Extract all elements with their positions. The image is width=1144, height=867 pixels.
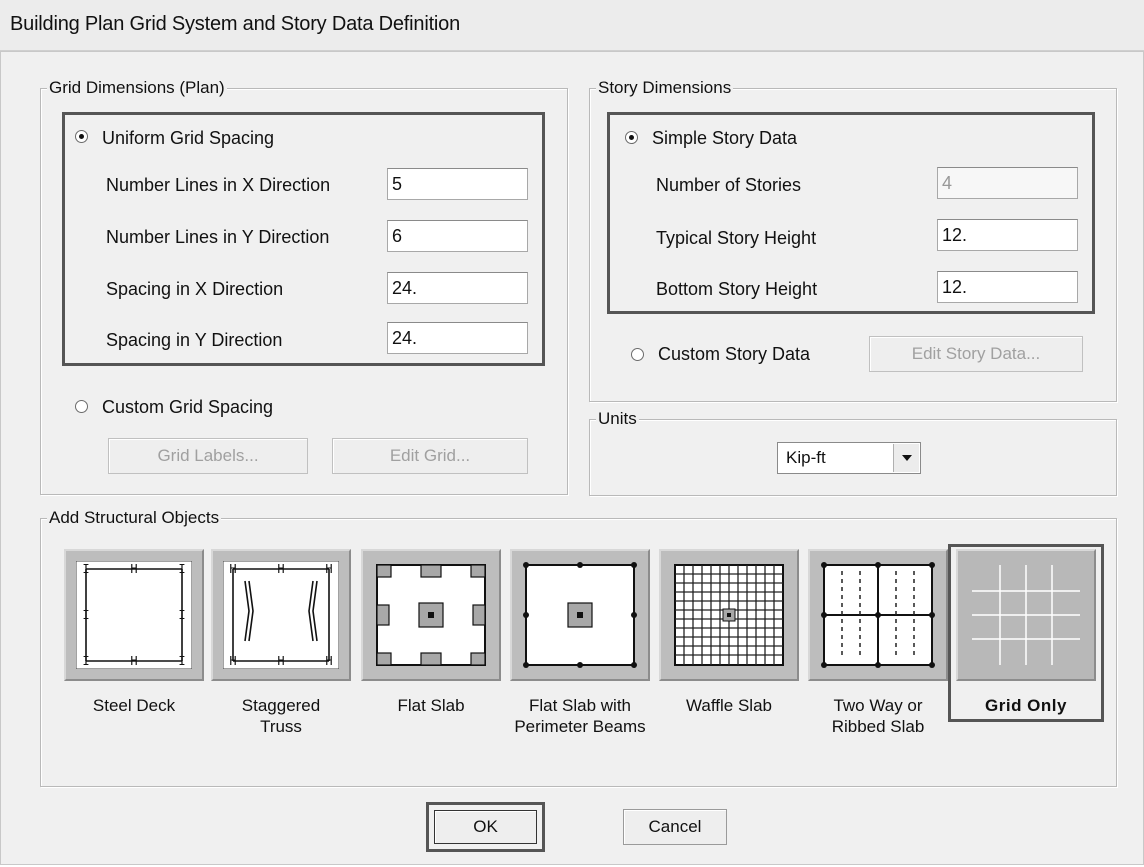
number-lines-y-input[interactable] xyxy=(387,220,528,252)
flat-slab-icon xyxy=(376,564,486,666)
flat-slab-tile[interactable] xyxy=(361,549,501,681)
number-lines-x-label: Number Lines in X Direction xyxy=(106,175,331,195)
units-legend: Units xyxy=(596,409,639,429)
units-dropdown[interactable]: Kip-ft xyxy=(777,442,921,474)
staggered-truss-tile[interactable]: H H H H H H xyxy=(211,549,351,681)
edit-grid-button[interactable]: Edit Grid... xyxy=(332,438,528,474)
structural-objects-legend: Add Structural Objects xyxy=(47,508,222,528)
svg-text:H: H xyxy=(229,562,236,576)
units-selected-value: Kip-ft xyxy=(786,448,826,467)
grid-labels-button[interactable]: Grid Labels... xyxy=(108,438,308,474)
number-lines-y-label: Number Lines in Y Direction xyxy=(106,227,330,247)
svg-text:I: I xyxy=(82,608,89,622)
title-bar: Building Plan Grid System and Story Data… xyxy=(0,0,1144,51)
svg-text:I: I xyxy=(82,654,89,668)
ok-button[interactable]: OK xyxy=(434,810,537,844)
grid-only-icon xyxy=(972,565,1080,665)
svg-text:H: H xyxy=(325,562,332,576)
two-way-ribbed-slab-label: Two Way or Ribbed Slab xyxy=(831,696,925,736)
svg-text:I: I xyxy=(178,608,185,622)
custom-story-data-radio[interactable] xyxy=(631,348,644,361)
custom-grid-spacing-radio[interactable] xyxy=(75,400,88,413)
svg-text:H: H xyxy=(229,654,236,668)
typical-story-height-input[interactable] xyxy=(937,219,1078,251)
number-of-stories-input[interactable] xyxy=(937,167,1078,199)
svg-text:H: H xyxy=(130,562,137,576)
waffle-slab-label: Waffle Slab xyxy=(686,696,772,715)
simple-story-data-label[interactable]: Simple Story Data xyxy=(652,127,797,149)
spacing-x-label: Spacing in X Direction xyxy=(106,279,284,299)
number-of-stories-label: Number of Stories xyxy=(656,175,802,195)
svg-text:H: H xyxy=(277,562,284,576)
two-way-ribbed-slab-tile[interactable] xyxy=(808,549,948,681)
bottom-story-height-input[interactable] xyxy=(937,271,1078,303)
cancel-button[interactable]: Cancel xyxy=(623,809,727,845)
chevron-down-icon[interactable] xyxy=(893,444,919,472)
grid-dimensions-legend: Grid Dimensions (Plan) xyxy=(47,78,227,98)
steel-deck-icon: I H I I H I I I xyxy=(76,561,192,669)
bottom-story-height-label: Bottom Story Height xyxy=(656,279,818,299)
staggered-truss-label: Staggered Truss xyxy=(241,696,321,736)
staggered-truss-icon: H H H H H H xyxy=(223,561,339,669)
typical-story-height-label: Typical Story Height xyxy=(656,228,817,248)
spacing-y-label: Spacing in Y Direction xyxy=(106,330,283,350)
waffle-slab-icon xyxy=(674,564,784,666)
two-way-ribbed-slab-icon xyxy=(821,562,935,668)
svg-text:I: I xyxy=(178,562,185,576)
custom-story-data-label[interactable]: Custom Story Data xyxy=(658,343,810,365)
grid-only-label: Grid Only xyxy=(985,696,1067,715)
steel-deck-tile[interactable]: I H I I H I I I xyxy=(64,549,204,681)
custom-grid-spacing-label[interactable]: Custom Grid Spacing xyxy=(102,396,273,418)
flat-slab-perimeter-beams-tile[interactable] xyxy=(510,549,650,681)
steel-deck-label: Steel Deck xyxy=(92,696,176,715)
flat-slab-perimeter-beams-icon xyxy=(523,562,637,668)
number-lines-x-input[interactable] xyxy=(387,168,528,200)
svg-text:H: H xyxy=(277,654,284,668)
svg-text:H: H xyxy=(130,654,137,668)
spacing-x-input[interactable] xyxy=(387,272,528,304)
svg-text:I: I xyxy=(178,654,185,668)
svg-text:H: H xyxy=(325,654,332,668)
grid-only-tile[interactable] xyxy=(956,549,1096,681)
flat-slab-perimeter-beams-label: Flat Slab with Perimeter Beams xyxy=(514,696,646,736)
waffle-slab-tile[interactable] xyxy=(659,549,799,681)
simple-story-data-radio[interactable] xyxy=(625,131,638,144)
svg-text:I: I xyxy=(82,562,89,576)
uniform-grid-spacing-radio[interactable] xyxy=(75,130,88,143)
flat-slab-label: Flat Slab xyxy=(397,696,465,715)
story-dimensions-legend: Story Dimensions xyxy=(596,78,734,98)
edit-story-data-button[interactable]: Edit Story Data... xyxy=(869,336,1083,372)
window-title: Building Plan Grid System and Story Data… xyxy=(10,13,461,35)
uniform-grid-spacing-label[interactable]: Uniform Grid Spacing xyxy=(102,127,274,149)
spacing-y-input[interactable] xyxy=(387,322,528,354)
